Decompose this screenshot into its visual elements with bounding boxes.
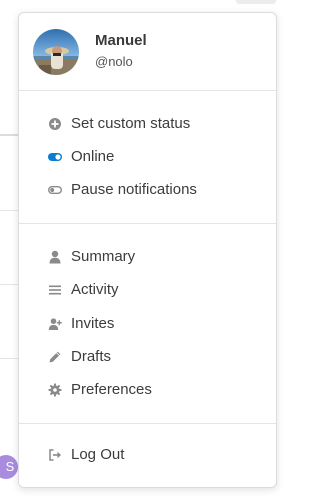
invites-label: Invites xyxy=(71,315,115,332)
pause-notifications-item[interactable]: Pause notifications xyxy=(19,175,276,205)
log-out-item[interactable]: Log Out xyxy=(19,440,276,470)
online-status-item[interactable]: Online xyxy=(19,142,276,172)
user-display-name: Manuel xyxy=(95,32,147,49)
menu-divider xyxy=(19,423,276,424)
preferences-item[interactable]: Preferences xyxy=(19,375,276,405)
menu-divider xyxy=(19,223,276,224)
activity-label: Activity xyxy=(71,281,119,298)
summary-label: Summary xyxy=(71,248,136,265)
preferences-label: Preferences xyxy=(71,381,152,398)
pause-notifications-label: Pause notifications xyxy=(71,181,197,198)
user-plus-icon xyxy=(48,317,62,331)
background-divider xyxy=(0,134,18,136)
drafts-label: Drafts xyxy=(71,348,112,365)
set-custom-status-label: Set custom status xyxy=(71,115,191,132)
background-divider xyxy=(0,358,18,359)
summary-item[interactable]: Summary xyxy=(19,242,276,272)
toggle-off-icon xyxy=(47,183,63,197)
set-custom-status-item[interactable]: Set custom status xyxy=(19,109,276,139)
invites-item[interactable]: Invites xyxy=(19,309,276,339)
background-user-avatar[interactable]: S xyxy=(0,455,18,479)
user-header: Manuel @nolo xyxy=(19,13,276,91)
log-out-label: Log Out xyxy=(71,446,125,463)
user-icon xyxy=(48,250,62,264)
user-menu-panel: Manuel @nolo Set custom status Online Pa… xyxy=(18,12,277,488)
background-header-button xyxy=(236,0,276,4)
background-divider xyxy=(0,284,18,285)
drafts-item[interactable]: Drafts xyxy=(19,342,276,372)
user-handle: @nolo xyxy=(95,54,133,69)
gear-icon xyxy=(48,383,62,397)
avatar[interactable] xyxy=(33,29,79,75)
activity-item[interactable]: Activity xyxy=(19,275,276,305)
online-status-label: Online xyxy=(71,148,115,165)
sign-out-icon xyxy=(48,448,62,462)
plus-circle-icon xyxy=(48,117,62,131)
pencil-icon xyxy=(48,350,62,364)
list-icon xyxy=(48,283,62,297)
menu-divider xyxy=(19,90,276,91)
background-divider xyxy=(0,210,18,211)
toggle-on-icon xyxy=(48,150,62,164)
